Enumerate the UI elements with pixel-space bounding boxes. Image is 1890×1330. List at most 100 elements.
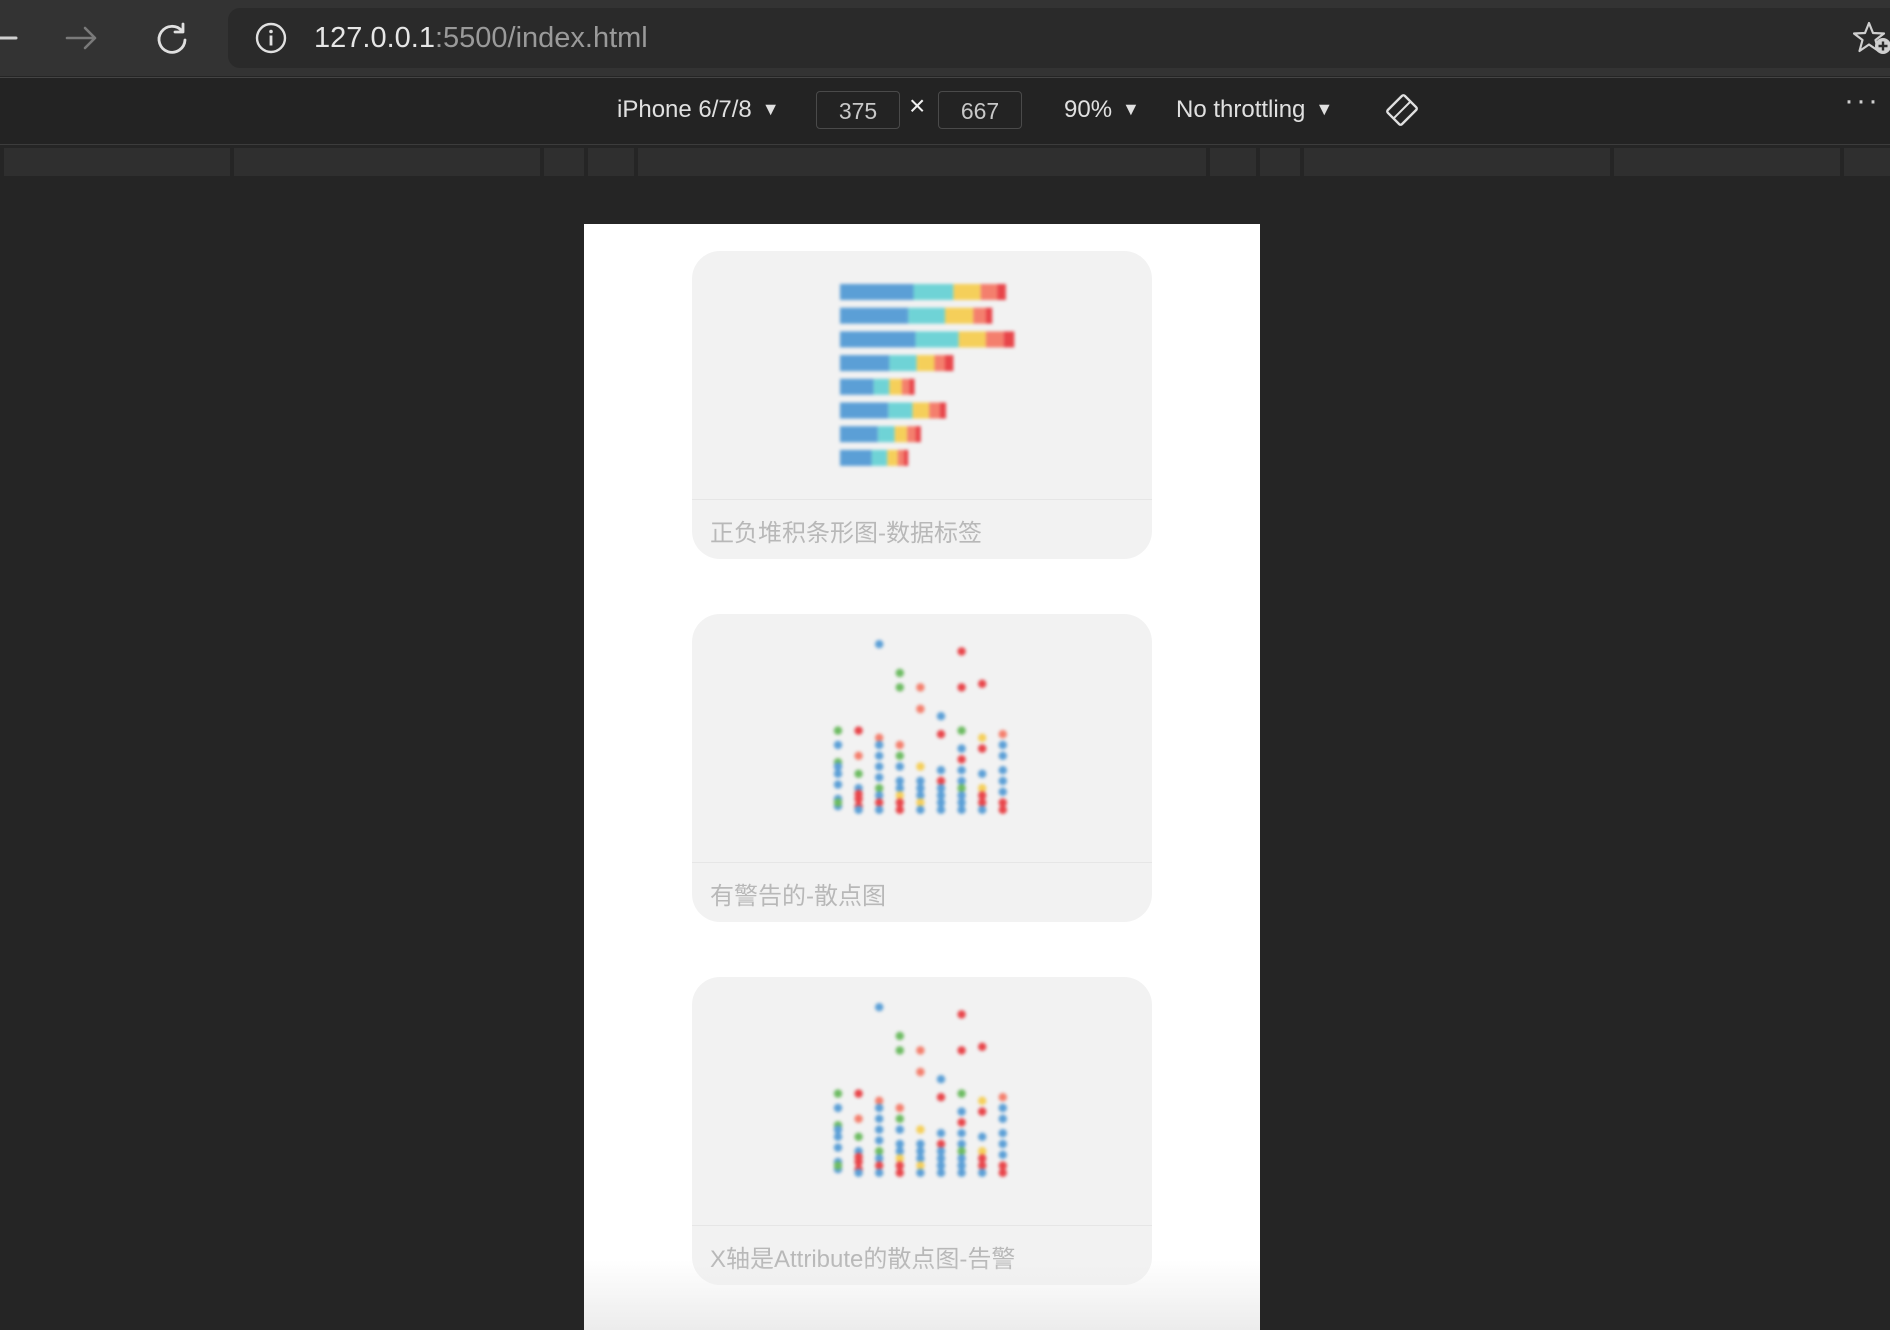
scatter-point [895, 751, 904, 760]
scatter-point [978, 769, 987, 778]
scatter-point [875, 1161, 884, 1170]
scatter-point [833, 740, 843, 750]
media-query-segment[interactable] [1614, 148, 1840, 176]
scatter-point [957, 683, 966, 692]
scatter-point [957, 1046, 966, 1055]
throttling-select[interactable]: No throttling ▼ [1176, 96, 1333, 124]
scatter-point [936, 712, 946, 721]
device-select[interactable]: iPhone 6/7/8 ▼ [617, 96, 780, 124]
scatter-point [957, 1147, 966, 1156]
scatter-point [916, 1147, 925, 1156]
scatter-point [854, 1168, 863, 1177]
scatter-point [936, 1168, 946, 1177]
address-bar[interactable]: 127.0.0.1:5500/index.html [228, 8, 1890, 68]
url-text[interactable]: 127.0.0.1:5500/index.html [314, 22, 648, 55]
scatter-point [998, 798, 1007, 807]
scatter-point [895, 1161, 904, 1170]
card-divider [692, 862, 1152, 863]
bar-segment [980, 284, 998, 300]
bar-segment [897, 449, 905, 466]
scatter-point [833, 798, 843, 807]
url-host: 127.0.0.1 [314, 22, 435, 54]
scatter-chart [833, 1003, 1007, 1177]
scatter-point [875, 1103, 884, 1113]
bar-segment [915, 331, 959, 348]
bar-segment [929, 402, 940, 419]
width-input[interactable]: 375 [816, 91, 900, 129]
scatter-point [957, 744, 966, 753]
bar-segment [945, 307, 974, 324]
scatter-point [875, 1168, 884, 1177]
scatter-point [957, 1154, 966, 1163]
scatter-point [916, 1046, 925, 1055]
scatter-point [957, 798, 966, 807]
scatter-point [895, 683, 904, 692]
scatter-point [998, 1139, 1007, 1149]
scatter-point [936, 1161, 946, 1170]
bookmark-star-icon[interactable] [1852, 20, 1890, 61]
rotate-icon[interactable] [1385, 93, 1419, 132]
bar-segment [916, 355, 935, 372]
height-input[interactable]: 667 [938, 91, 1022, 129]
scatter-point [936, 1093, 946, 1102]
device-select-label: iPhone 6/7/8 [617, 96, 752, 123]
scatter-point [957, 1010, 966, 1019]
bar-segment [913, 284, 954, 300]
bar-segment [907, 426, 916, 443]
media-query-segment[interactable] [1304, 148, 1610, 176]
scatter-point [895, 740, 904, 750]
reload-icon[interactable] [154, 20, 190, 56]
media-query-segment[interactable] [1260, 148, 1300, 176]
scatter-point [875, 740, 884, 750]
scatter-point [875, 1114, 884, 1123]
scatter-point [854, 769, 863, 778]
scatter-point [833, 1125, 843, 1134]
scatter-point [895, 1046, 904, 1055]
media-query-segment[interactable] [1844, 148, 1890, 176]
chart-card-stacked-bar[interactable]: 正负堆积条形图-数据标签 [692, 251, 1152, 559]
device-toolbar: iPhone 6/7/8 ▼ 375 × 667 90% ▼ No throttli… [0, 77, 1890, 146]
chart-card-attribute-scatter[interactable]: X轴是Attribute的散点图-告警 [692, 977, 1152, 1285]
media-query-segment[interactable] [1210, 148, 1256, 176]
back-arrow-icon[interactable] [0, 20, 22, 56]
scatter-point [875, 1136, 884, 1145]
scatter-point [978, 1147, 987, 1156]
site-info-icon[interactable] [255, 22, 287, 59]
scatter-point [957, 1168, 966, 1177]
scatter-point [978, 1107, 987, 1116]
zoom-select[interactable]: 90% ▼ [1064, 96, 1140, 124]
media-query-segment[interactable] [544, 148, 584, 176]
scatter-point [916, 1161, 925, 1170]
chart-card-warning-scatter[interactable]: 有警告的-散点图 [692, 614, 1152, 922]
media-query-segment[interactable] [234, 148, 540, 176]
bar-segment [888, 402, 913, 419]
scatter-point [978, 733, 987, 742]
media-query-segment[interactable] [4, 148, 230, 176]
scatter-point [936, 730, 946, 739]
media-query-segment[interactable] [638, 148, 1206, 176]
media-query-segment[interactable] [588, 148, 634, 176]
scatter-point [916, 704, 925, 714]
bar-segment [894, 426, 908, 443]
chevron-down-icon: ▼ [1122, 99, 1140, 119]
scatter-point [854, 805, 863, 814]
scatter-point [936, 1129, 946, 1138]
scatter-point [978, 1042, 987, 1051]
scatter-point [998, 1103, 1007, 1113]
scatter-point [895, 1103, 904, 1113]
scatter-point [833, 1161, 843, 1170]
scatter-point [916, 798, 925, 807]
forward-arrow-icon[interactable] [64, 20, 100, 56]
scatter-point [916, 791, 925, 800]
scatter-point [916, 805, 925, 814]
scatter-point [833, 780, 843, 789]
bar-segment [840, 284, 914, 300]
card-divider [692, 1225, 1152, 1226]
scatter-point [978, 798, 987, 807]
scatter-point [978, 744, 987, 753]
scatter-point [998, 1161, 1007, 1170]
scatter-point [875, 773, 884, 782]
scatter-point [854, 1114, 863, 1123]
scatter-point [957, 1161, 966, 1170]
more-options-icon[interactable]: ··· [1844, 84, 1880, 118]
